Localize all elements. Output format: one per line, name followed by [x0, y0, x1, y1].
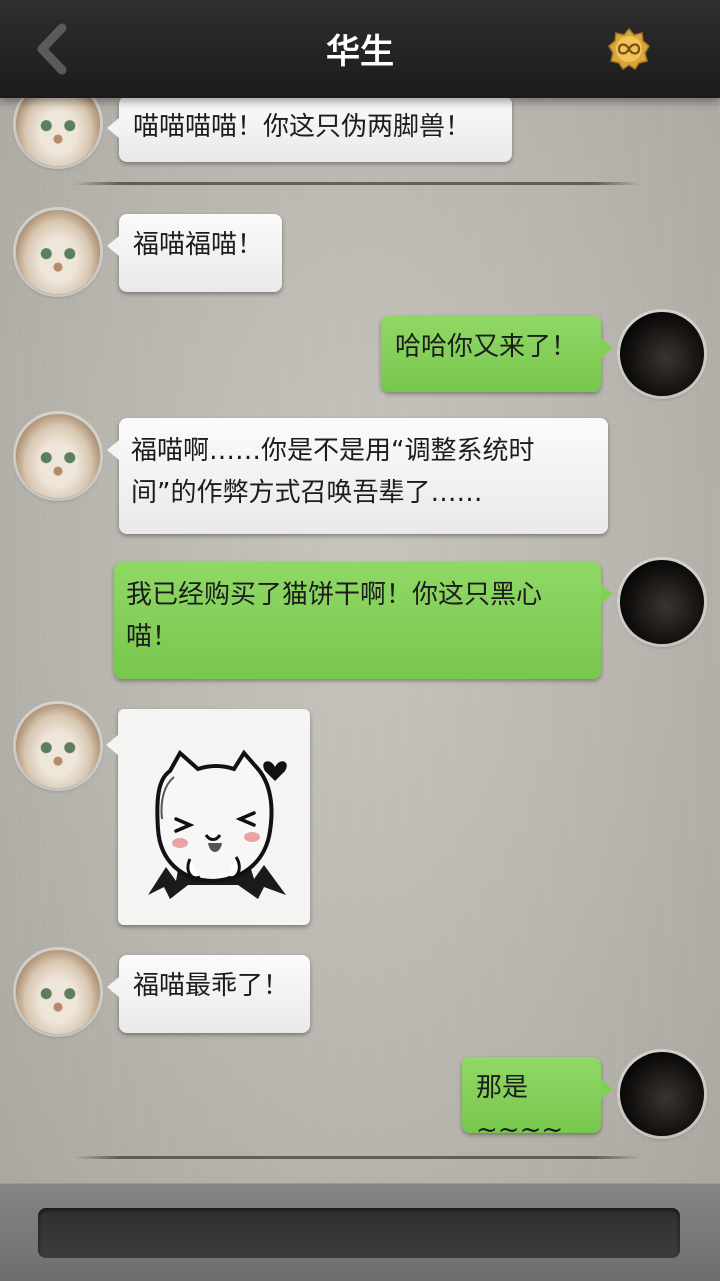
message-text: 福喵啊……你是不是用“调整系统时间”的作弊方式召唤吾辈了…… [131, 436, 535, 508]
message-text: 福喵最乖了！ [133, 971, 290, 1001]
infinity-badge-icon [608, 27, 650, 71]
incoming-message-bubble[interactable]: 福喵啊……你是不是用“调整系统时间”的作弊方式召唤吾辈了…… [107, 418, 608, 534]
contact-avatar[interactable] [16, 210, 100, 294]
top-bar: 华生 [0, 0, 720, 98]
outgoing-message-bubble[interactable]: 哈哈你又来了！ [381, 316, 613, 392]
message-text: 福喵福喵！ [133, 230, 264, 260]
chat-area[interactable]: 喵喵喵喵！你这只伪两脚兽！ 福喵福喵！ 哈哈你又来了！ 福喵啊……你是不是用“调… [0, 98, 720, 1183]
message-input[interactable] [38, 1208, 680, 1258]
sticker-message[interactable] [106, 709, 310, 925]
vampire-cat-sticker [148, 749, 287, 899]
contact-avatar[interactable] [16, 98, 100, 166]
message-text: 那是~~~~ [476, 1073, 564, 1145]
outgoing-message-bubble[interactable]: 我已经购买了猫饼干啊！你这只黑心喵！ [114, 562, 613, 679]
message-text: 喵喵喵喵！你这只伪两脚兽！ [133, 112, 472, 142]
input-bar [0, 1183, 720, 1281]
message-text: 我已经购买了猫饼干啊！你这只黑心喵！ [126, 580, 543, 652]
user-avatar[interactable] [620, 560, 704, 644]
user-avatar[interactable] [620, 1052, 704, 1136]
divider [74, 182, 640, 185]
message-text: 哈哈你又来了！ [395, 332, 578, 362]
incoming-message-bubble[interactable]: 福喵最乖了！ [107, 955, 310, 1033]
divider [74, 1156, 640, 1159]
incoming-message-bubble[interactable]: 福喵福喵！ [107, 214, 282, 292]
user-avatar[interactable] [620, 312, 704, 396]
outgoing-message-bubble[interactable]: 那是~~~~ [462, 1057, 613, 1145]
contact-avatar[interactable] [16, 950, 100, 1034]
incoming-message-bubble[interactable]: 喵喵喵喵！你这只伪两脚兽！ [107, 98, 512, 162]
contact-avatar[interactable] [16, 704, 100, 788]
infinity-badge-button[interactable] [608, 27, 650, 71]
contact-avatar[interactable] [16, 414, 100, 498]
